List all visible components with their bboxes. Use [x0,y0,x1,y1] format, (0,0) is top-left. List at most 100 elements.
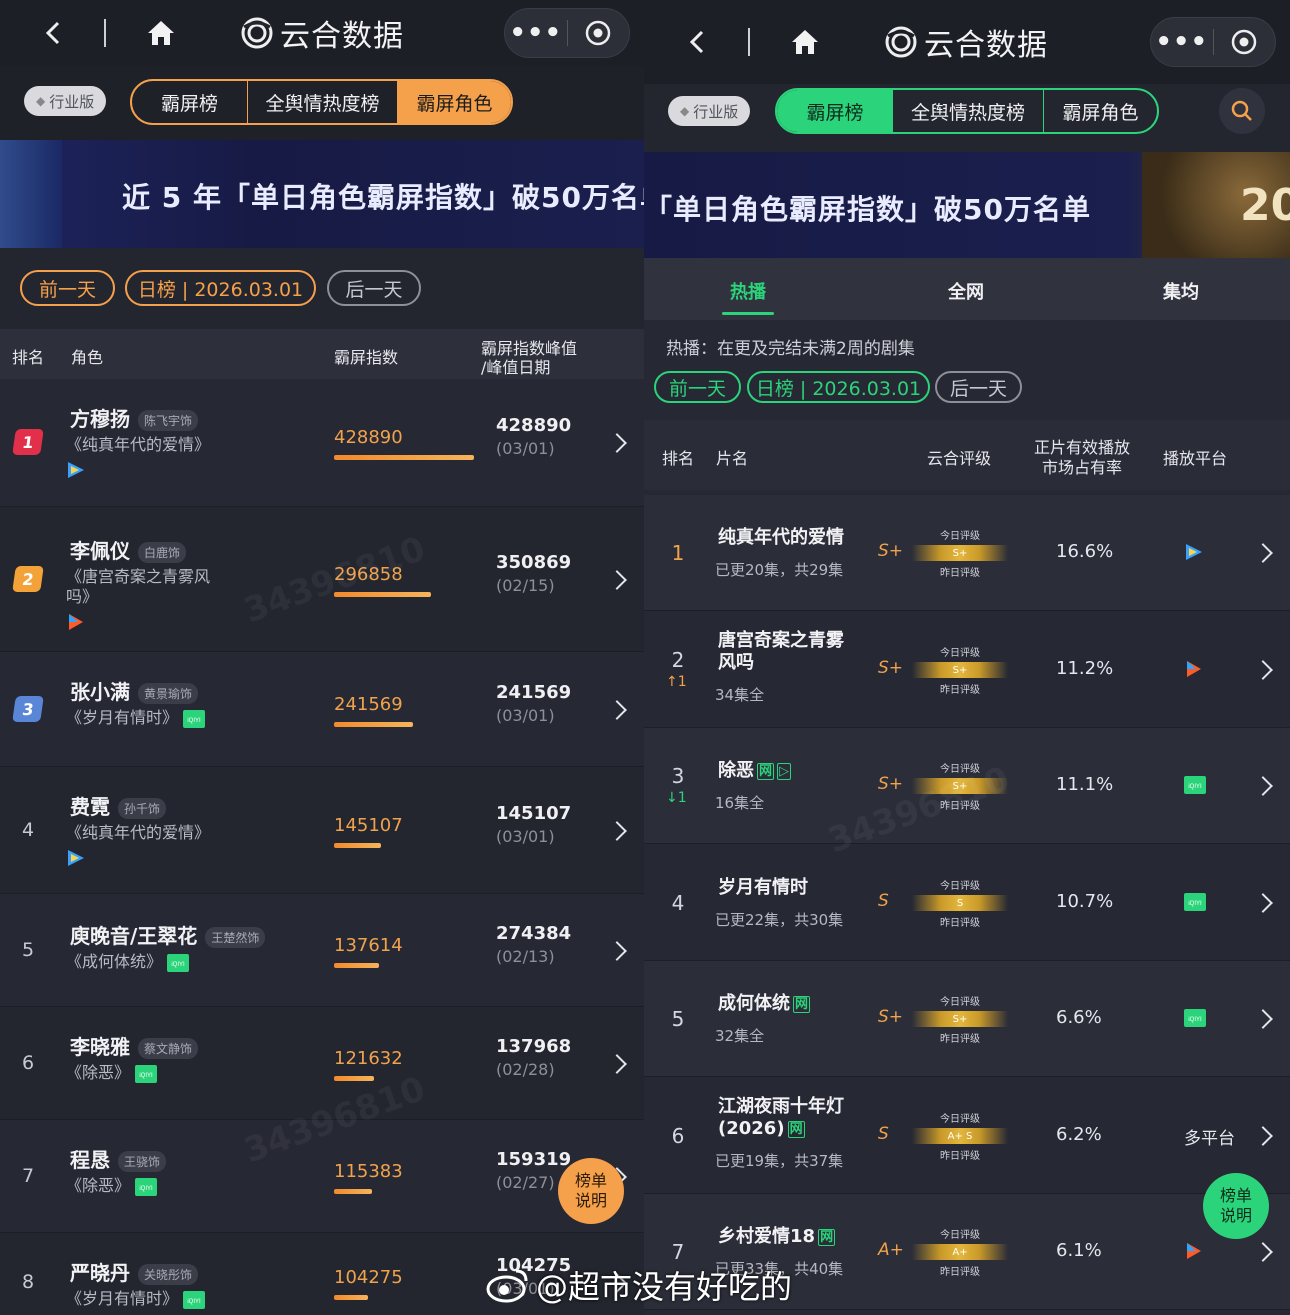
peak-value: 274384 [496,923,572,944]
episode-info: 已更20集，共29集 [715,561,844,579]
platform-cell [1184,541,1204,561]
peak-date: (02/28) [496,1060,555,1079]
table-row[interactable]: 3 张小满 黄景瑜饰 《岁月有情时》 iQIYI 241569 241569 (03/01) [0,652,644,767]
market-share: 16.6% [1056,541,1114,562]
banner-text: 「单日角色霸屏指数」破50万名单 [644,193,1091,226]
edition-badge[interactable]: ◆ 行业版 [668,96,751,126]
table-row[interactable]: 5 庾晚音/王翠花 王楚然饰 《成何体统》 iQIYI 137614 274384 (02/… [0,894,644,1007]
role-name: 严晓丹 关晓彤饰 [70,1257,199,1286]
svg-text:iQIYI: iQIYI [139,1186,153,1192]
diamond-icon: ◆ [680,104,690,118]
index-value: 137614 [334,935,403,956]
rank-number: 4 [671,891,685,915]
chevron-right-icon [1253,776,1273,796]
promo-banner[interactable]: 「单日角色霸屏指数」破50万名单 20 [644,152,1290,258]
col-share-line2: 市场占有率 [1042,458,1123,477]
rank-number: 3 [671,764,685,788]
close-target-icon[interactable] [567,20,629,46]
ranking-explain-button[interactable]: 榜单 说明 [1203,1173,1269,1239]
tab-quanyuqing[interactable]: 全舆情热度榜 [893,90,1044,132]
next-day-button[interactable]: 后一天 [935,371,1022,403]
tab-quanyuqing[interactable]: 全舆情热度榜 [248,81,398,123]
market-share: 11.1% [1056,774,1114,795]
platform-icon-wrap [66,459,86,479]
table-row[interactable]: 4 岁月有情时 已更22集，共30集 S 今日评级 S 昨日评级 10.7% iQIYI [644,845,1290,961]
home-icon[interactable] [146,18,176,48]
chevron-right-icon [607,433,627,453]
peak-value: 350869 [496,552,572,573]
banner-text: 近 5 年「单日角色霸屏指数」破50万名单 [122,181,644,214]
rank-number: 8 [21,1271,35,1293]
table-header: 排名 角色 霸屏指数 霸屏指数峰值 /峰值日期 [0,329,644,379]
col-role: 角色 [71,348,104,367]
back-icon[interactable] [40,20,66,46]
platform-cell: iQIYI [1184,891,1206,911]
index-bar [334,1076,374,1081]
mini-program-capsule: ••• [1150,17,1276,67]
chevron-right-icon [607,941,627,961]
table-row[interactable]: 5 成何体统网 32集全 S+ 今日评级 S+ 昨日评级 6.6% iQIYI [644,961,1290,1077]
episode-info: 16集全 [715,794,765,812]
prev-day-button[interactable]: 前一天 [20,270,115,306]
rank-number: 7 [671,1240,685,1264]
home-icon[interactable] [790,27,820,57]
promo-banner[interactable]: 近 5 年「单日角色霸屏指数」破50万名单 [0,140,644,248]
tab-bapingjuese[interactable]: 霸屏角色 [1044,90,1157,132]
chevron-right-icon [1253,893,1273,913]
cloud-logo-icon [885,26,917,58]
more-icon[interactable]: ••• [1151,27,1213,57]
svg-text:iQIYI: iQIYI [139,1073,153,1079]
table-row[interactable]: 6 江湖夜雨十年灯(2026) 网已更19集，共37集 S 今日评级 A+ S 昨日评级 6.… [644,1078,1290,1194]
subtab-bar: 热播 全网 集均 [644,258,1290,320]
peak-value: 137968 [496,1036,572,1057]
market-share: 6.1% [1056,1240,1102,1261]
actor-badge: 陈飞宇饰 [138,410,199,431]
prev-day-button[interactable]: 前一天 [654,371,741,403]
subtab-all[interactable]: 全网 [948,278,984,304]
ranking-tabs: 霸屏榜 全舆情热度榜 霸屏角色 [775,88,1159,134]
iqiyi-icon: iQIYI [167,953,190,972]
rank-medal: 1 [12,429,44,455]
tab-row: ◆ 行业版 霸屏榜 全舆情热度榜 霸屏角色 [644,84,1290,152]
episode-info: 已更19集，共37集 [715,1152,844,1170]
svg-text:iQIYI: iQIYI [1188,901,1202,907]
actor-badge: 关晓彤饰 [138,1264,199,1285]
grade-value: A+ [878,1240,904,1260]
tab-bapingjuese[interactable]: 霸屏角色 [398,81,511,123]
close-target-icon[interactable] [1213,29,1275,55]
table-row[interactable]: 1 方穆扬 陈飞宇饰 《纯真年代的爱情》 428890 428890 (03/01) [0,379,644,507]
more-icon[interactable]: ••• [505,18,567,48]
iqiyi-icon: iQIYI [183,1290,206,1309]
ranking-explain-button[interactable]: 榜单 说明 [558,1158,624,1224]
actor-badge: 蔡文静饰 [138,1038,199,1059]
index-value: 428890 [334,427,403,448]
episode-info: 34集全 [715,686,765,704]
next-day-button[interactable]: 后一天 [327,270,421,306]
table-row[interactable]: 1 纯真年代的爱情 已更20集，共29集 S+ 今日评级 S+ 昨日评级 16.6% [644,495,1290,611]
subtab-hot[interactable]: 热播 [730,278,766,304]
rank-number: 6 [21,1052,35,1074]
peak-date: (02/27) [496,1173,555,1192]
nav-divider [104,19,106,47]
rank-number: 5 [671,1007,685,1031]
index-bar [334,1189,372,1194]
edition-badge[interactable]: ◆ 行业版 [24,86,107,116]
role-name: 程恳 王骁饰 [70,1144,167,1173]
grade-value: S [878,1124,889,1144]
index-bar [334,963,379,968]
right-screenshot: 云合数据 ••• ◆ 行业版 霸屏榜 全舆情热度榜 霸屏角色 「单日角色霸屏指数… [644,0,1290,1315]
mini-program-capsule: ••• [504,8,630,58]
subtab-avg[interactable]: 集均 [1163,278,1199,304]
drama-title: 乡村爱情18 网 [718,1226,836,1247]
table-row[interactable]: 4 费霓 孙千饰 《纯真年代的爱情》 145107 145107 (03/01) [0,767,644,894]
table-row[interactable]: 2 ↑1 唐宫奇案之青雾风吗 34集全 S+ 今日评级 S+ 昨日评级 11.2% [644,612,1290,728]
tab-bapingbang[interactable]: 霸屏榜 [132,81,248,123]
chevron-right-icon [607,700,627,720]
tab-bapingbang[interactable]: 霸屏榜 [777,90,893,132]
date-selector[interactable]: 日榜 | 2026.03.01 [125,270,316,306]
tencent-video-icon [68,849,84,866]
back-icon[interactable] [684,29,710,55]
peak-date: (03/01) [496,706,555,725]
date-selector[interactable]: 日榜 | 2026.03.01 [747,371,930,403]
search-button[interactable] [1219,88,1265,134]
